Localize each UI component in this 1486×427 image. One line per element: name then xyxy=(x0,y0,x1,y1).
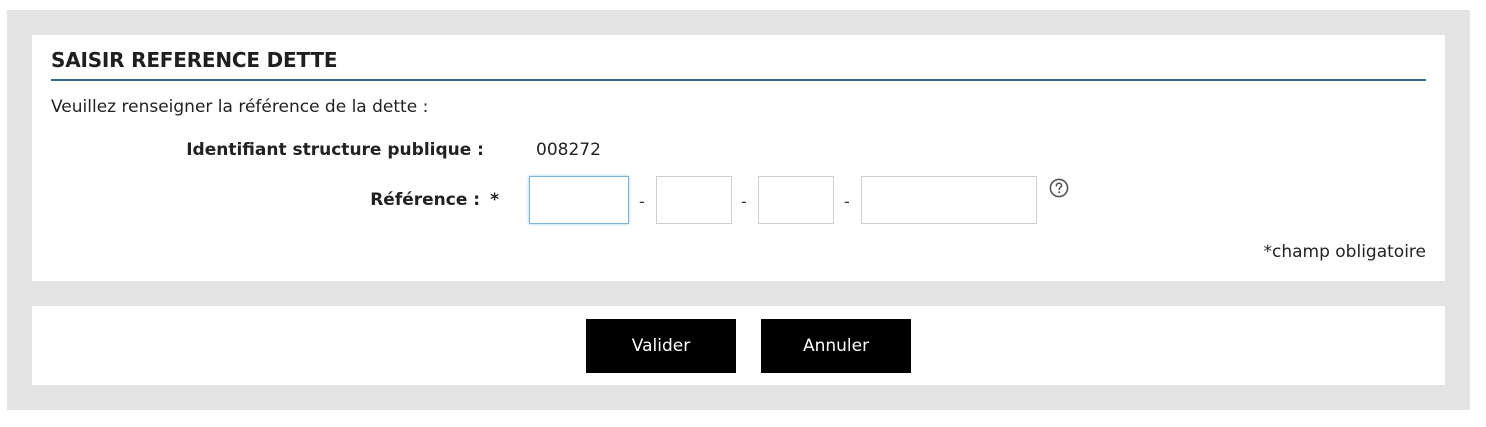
identifiant-label: Identifiant structure publique : xyxy=(186,140,484,160)
reference-form-panel: SAISIR REFERENCE DETTE Veuillez renseign… xyxy=(32,35,1445,281)
valider-button[interactable]: Valider xyxy=(586,319,736,373)
reference-label-group: Référence : * xyxy=(370,190,499,210)
title-divider xyxy=(51,79,1426,81)
reference-field-1[interactable] xyxy=(529,176,629,224)
reference-field-3[interactable] xyxy=(758,176,834,224)
required-marker: * xyxy=(490,190,499,210)
actions-panel: Valider Annuler xyxy=(32,306,1445,385)
annuler-button[interactable]: Annuler xyxy=(761,319,911,373)
intro-text: Veuillez renseigner la référence de la d… xyxy=(51,97,429,117)
reference-label: Référence : xyxy=(370,190,481,210)
separator-3: - xyxy=(844,192,850,211)
reference-field-2[interactable] xyxy=(656,176,732,224)
page-frame: SAISIR REFERENCE DETTE Veuillez renseign… xyxy=(7,10,1470,410)
form-title: SAISIR REFERENCE DETTE xyxy=(51,48,338,72)
identifiant-value: 008272 xyxy=(536,140,601,160)
reference-field-4[interactable] xyxy=(861,176,1037,224)
mandatory-note: *champ obligatoire xyxy=(1263,242,1426,262)
question-circle-icon[interactable] xyxy=(1049,178,1069,198)
separator-2: - xyxy=(741,192,747,211)
separator-1: - xyxy=(639,192,645,211)
